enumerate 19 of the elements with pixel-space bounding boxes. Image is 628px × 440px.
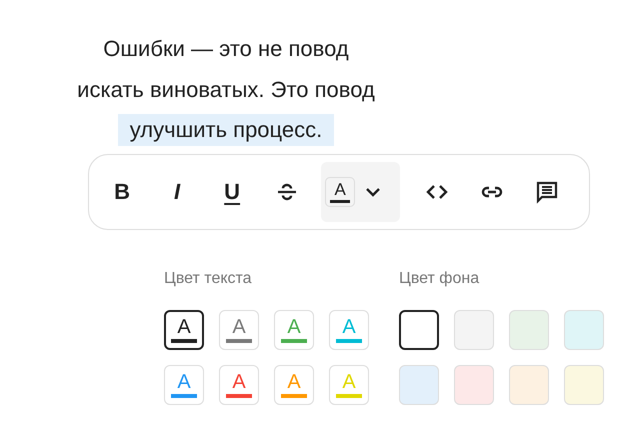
text-color-swatch[interactable]: A xyxy=(329,310,369,350)
text-color-swatch[interactable]: A xyxy=(219,310,259,350)
text-color-control[interactable]: A xyxy=(321,162,400,222)
highlighted-text: улучшить процесс. xyxy=(118,114,334,146)
bold-button[interactable]: B xyxy=(101,170,144,214)
background-color-swatch[interactable] xyxy=(399,310,439,350)
italic-button[interactable]: I xyxy=(156,170,198,214)
text-line: Ошибки — это не повод xyxy=(102,35,350,63)
text-color-button[interactable]: A xyxy=(325,177,356,207)
text-color-swatch[interactable]: A xyxy=(274,365,314,405)
underline-button[interactable]: U xyxy=(211,170,254,214)
background-color-title: Цвет фона xyxy=(399,270,480,289)
text-color-swatch[interactable]: A xyxy=(274,310,314,350)
text-color-swatch[interactable]: A xyxy=(219,365,259,405)
comment-icon xyxy=(535,180,559,204)
text-color-swatch[interactable]: A xyxy=(164,365,204,405)
text-color-title: Цвет текста xyxy=(164,270,253,289)
text-line: искать виноватых. Это повод xyxy=(76,76,376,104)
text-color-swatch[interactable]: A xyxy=(164,310,204,350)
